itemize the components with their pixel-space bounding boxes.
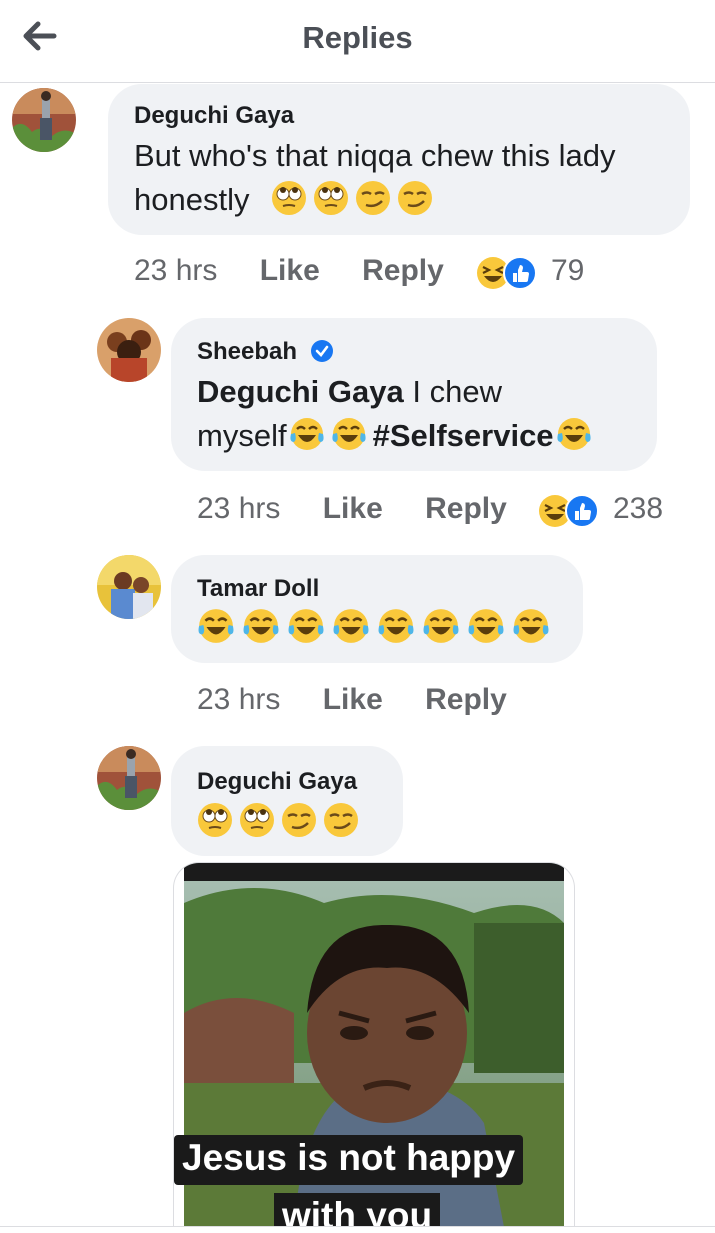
mention-link[interactable]: Deguchi Gaya (197, 374, 404, 409)
hashtag-link[interactable]: #Selfservice (373, 418, 554, 453)
tears-of-joy-emoji-icon (332, 607, 370, 645)
smirking-face-emoji-icon (323, 802, 359, 838)
comment-time: 23 hrs (197, 683, 281, 716)
like-reaction-icon (565, 494, 599, 528)
avatar[interactable] (97, 318, 161, 382)
replies-header: Replies (0, 0, 715, 83)
tears-of-joy-emoji-icon (467, 607, 505, 645)
reply-button[interactable]: Reply (362, 254, 444, 287)
avatar[interactable] (97, 555, 161, 619)
comment-author[interactable]: Sheebah (197, 338, 334, 366)
comment-meta: 23 hrs Like Reply (197, 683, 507, 717)
reactions[interactable] (538, 492, 602, 530)
rolling-eyes-emoji-icon (313, 180, 349, 216)
smirking-face-emoji-icon (397, 180, 433, 216)
rolling-eyes-emoji-icon (239, 802, 275, 838)
tears-of-joy-emoji-icon (287, 607, 325, 645)
like-button[interactable]: Like (323, 492, 383, 525)
like-button[interactable]: Like (260, 254, 320, 287)
meme-caption-line2: with you (274, 1193, 441, 1227)
author-name[interactable]: Sheebah (197, 338, 297, 365)
like-button[interactable]: Like (323, 683, 383, 716)
comment-author[interactable]: Deguchi Gaya (134, 102, 294, 130)
comment-text-line2: honestly (134, 178, 439, 222)
comment-text-word: myself (197, 418, 287, 453)
rolling-eyes-emoji-icon (271, 180, 307, 216)
smirking-face-emoji-icon (281, 802, 317, 838)
comment-meta: 23 hrs Like Reply (134, 254, 444, 288)
comment-time: 23 hrs (197, 492, 281, 525)
tears-of-joy-emoji-icon (197, 607, 235, 645)
tears-of-joy-emoji-icon (422, 607, 460, 645)
bottom-divider (0, 1226, 715, 1227)
comment-text-word: honestly (134, 182, 250, 217)
reply-button[interactable]: Reply (425, 492, 507, 525)
tears-of-joy-emoji-icon (512, 607, 550, 645)
tears-of-joy-emoji-icon (242, 607, 280, 645)
comment-text: Deguchi Gaya I chew (197, 370, 502, 414)
comment-bubble: Tamar Doll (171, 555, 583, 663)
comment-author[interactable]: Tamar Doll (197, 575, 319, 603)
comment-image-attachment[interactable]: Jesus is not happy with you (173, 862, 575, 1227)
meme-caption-line1: Jesus is not happy (174, 1135, 524, 1185)
verified-badge-icon (310, 339, 334, 363)
comment-text-part: I chew (403, 374, 502, 409)
rolling-eyes-emoji-icon (197, 802, 233, 838)
reactions[interactable] (476, 254, 540, 292)
comment-text: But who's that niqqa chew this lady (134, 138, 616, 173)
reaction-count: 79 (551, 254, 585, 287)
comment-emoji-row (197, 607, 550, 651)
avatar[interactable] (12, 88, 76, 152)
like-reaction-icon (503, 256, 537, 290)
comment-time: 23 hrs (134, 254, 218, 287)
comment-meta: 23 hrs Like Reply (197, 492, 507, 526)
smirking-face-emoji-icon (355, 180, 391, 216)
comment-author[interactable]: Deguchi Gaya (197, 768, 357, 796)
tears-of-joy-emoji-icon (289, 416, 325, 452)
page-title: Replies (302, 20, 413, 55)
reaction-count: 238 (613, 492, 664, 525)
comment-text-line2: myself #Selfservice (197, 414, 598, 458)
tears-of-joy-emoji-icon (331, 416, 367, 452)
tears-of-joy-emoji-icon (377, 607, 415, 645)
avatar[interactable] (97, 746, 161, 810)
comment-bubble: Sheebah Deguchi Gaya I chew myself #Self… (171, 318, 657, 471)
tears-of-joy-emoji-icon (556, 416, 592, 452)
comment-bubble: Deguchi Gaya (171, 746, 403, 856)
reply-button[interactable]: Reply (425, 683, 507, 716)
comment-emoji-row (197, 800, 365, 844)
comment-bubble: Deguchi Gaya But who's that niqqa chew t… (108, 84, 690, 235)
